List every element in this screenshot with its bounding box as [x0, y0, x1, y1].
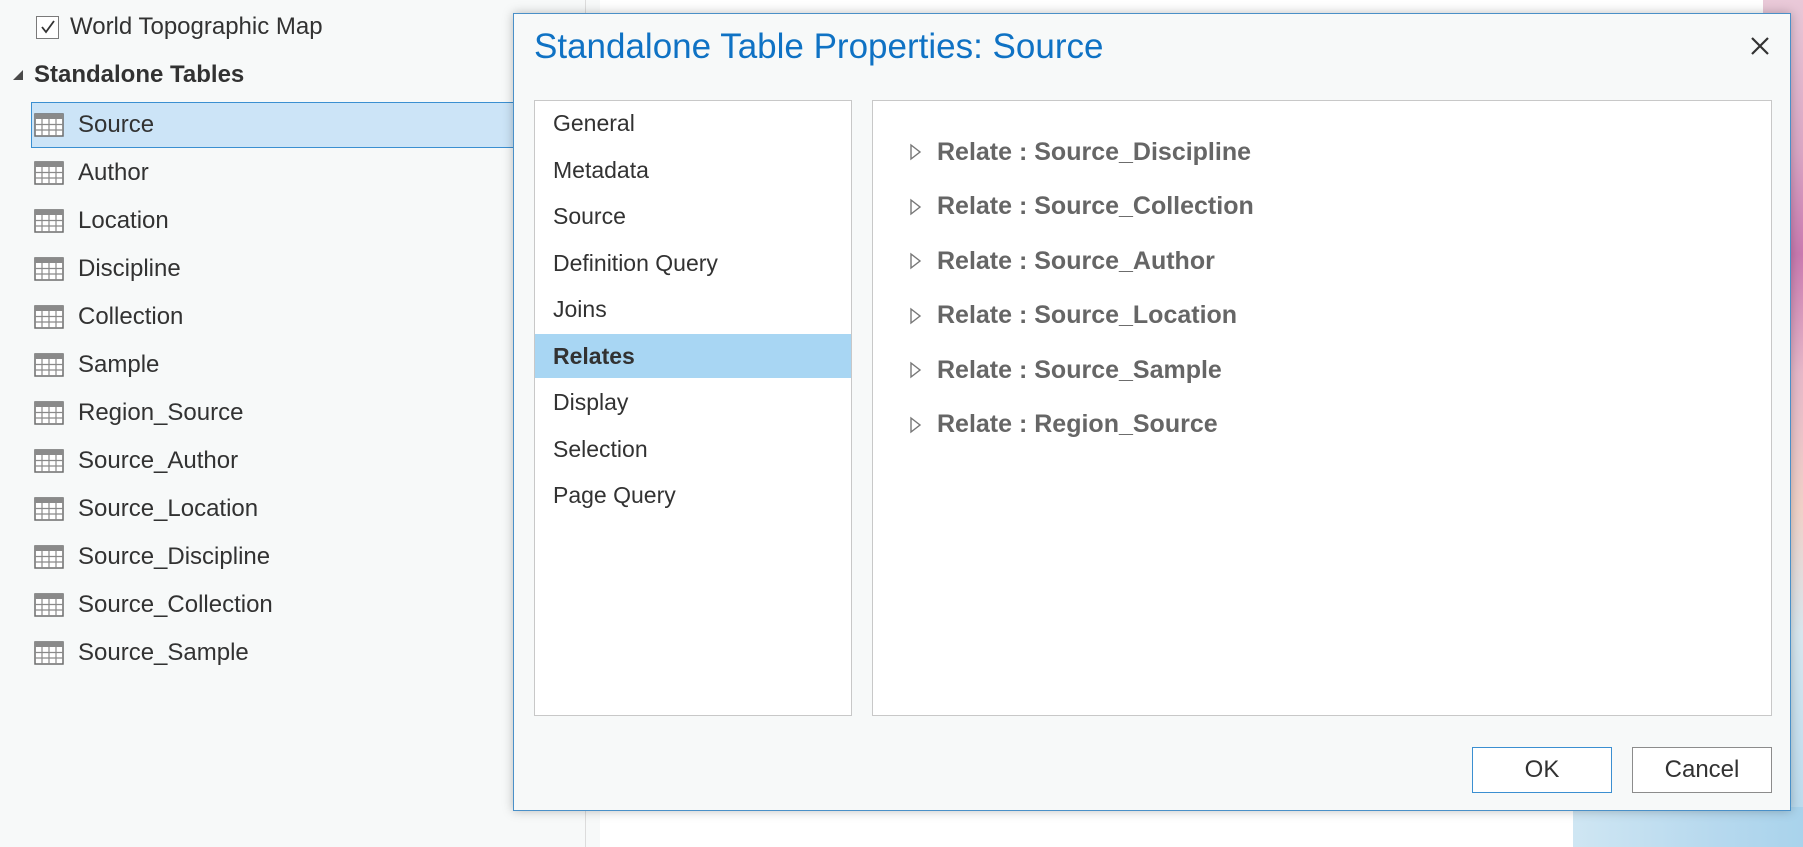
relate-item[interactable]: Relate : Source_Sample — [909, 350, 1222, 390]
table-icon — [34, 401, 64, 425]
dialog-title: Standalone Table Properties: Source — [534, 27, 1104, 66]
table-icon — [34, 305, 64, 329]
table-item-label: Source_Collection — [78, 591, 273, 618]
nav-item-relates[interactable]: Relates — [535, 333, 851, 378]
relate-item[interactable]: Relate : Source_Discipline — [909, 132, 1251, 172]
table-item[interactable]: Source_Author — [32, 438, 592, 484]
standalone-tables-group[interactable]: Standalone Tables — [10, 52, 244, 98]
table-item-label: Discipline — [78, 255, 181, 282]
table-icon — [34, 257, 64, 281]
table-item[interactable]: Source — [31, 102, 591, 148]
expand-triangle-icon[interactable] — [909, 198, 923, 216]
expand-triangle-icon[interactable] — [909, 416, 923, 434]
relates-panel: Relate : Source_Discipline Relate : Sourc… — [872, 100, 1772, 716]
table-icon — [34, 209, 64, 233]
table-icon — [34, 641, 64, 665]
close-button[interactable] — [1744, 30, 1776, 62]
nav-item-definition-query[interactable]: Definition Query — [535, 241, 851, 285]
table-item-label: Source — [78, 111, 155, 138]
nav-item-display[interactable]: Display — [535, 380, 851, 424]
ok-button[interactable]: OK — [1472, 747, 1612, 793]
table-item[interactable]: Source_Sample — [32, 630, 592, 676]
table-properties-dialog: Standalone Table Properties: Source Gene… — [513, 13, 1791, 811]
table-icon — [34, 545, 64, 569]
relate-item[interactable]: Relate : Source_Collection — [909, 187, 1254, 227]
table-icon — [34, 161, 64, 185]
collapse-triangle-icon[interactable] — [10, 67, 26, 83]
cancel-button[interactable]: Cancel — [1632, 747, 1772, 793]
relate-label: Relate : Source_Author — [937, 246, 1215, 275]
relate-label: Relate : Source_Sample — [937, 355, 1222, 384]
relate-item[interactable]: Relate : Region_Source — [909, 405, 1218, 445]
table-item-label: Sample — [78, 351, 160, 378]
table-icon — [34, 497, 64, 521]
table-item-label: Author — [78, 159, 149, 186]
table-item[interactable]: Source_Collection — [32, 582, 592, 628]
expand-triangle-icon[interactable] — [909, 143, 923, 161]
table-item-label: Collection — [78, 303, 184, 330]
relate-item[interactable]: Relate : Source_Author — [909, 241, 1215, 281]
table-item[interactable]: Sample — [32, 342, 592, 388]
relate-label: Relate : Source_Collection — [937, 192, 1254, 220]
nav-item-metadata[interactable]: Metadata — [535, 148, 851, 192]
relate-label: Relate : Region_Source — [937, 410, 1218, 438]
basemap-layer-row[interactable]: World Topographic Map — [36, 4, 323, 50]
map-visible-bottom — [1573, 807, 1803, 847]
relate-item[interactable]: Relate : Source_Location — [909, 296, 1237, 336]
expand-triangle-icon[interactable] — [909, 361, 923, 379]
expand-triangle-icon[interactable] — [909, 307, 923, 325]
table-item-label: Location — [78, 207, 169, 234]
table-item[interactable]: Region_Source — [32, 390, 592, 436]
checkmark-icon — [40, 20, 55, 34]
nav-item-selection[interactable]: Selection — [535, 427, 851, 471]
table-icon — [34, 449, 64, 473]
table-item-label: Region_Source — [78, 399, 244, 426]
table-item-label: Source_Author — [78, 447, 239, 474]
table-item[interactable]: Source_Location — [32, 486, 592, 532]
nav-item-page-query[interactable]: Page Query — [535, 473, 851, 517]
contents-pane: World Topographic Map Standalone Tables … — [0, 0, 591, 847]
expand-triangle-icon[interactable] — [909, 252, 923, 270]
table-item[interactable]: Author — [32, 150, 592, 196]
table-icon — [34, 593, 64, 617]
relate-label: Relate : Source_Discipline — [937, 137, 1252, 166]
close-icon — [1751, 37, 1769, 55]
nav-item-general[interactable]: General — [535, 101, 851, 145]
basemap-layer-label: World Topographic Map — [70, 13, 323, 40]
nav-item-joins[interactable]: Joins — [535, 287, 851, 331]
table-item[interactable]: Source_Discipline — [32, 534, 592, 580]
nav-item-source[interactable]: Source — [535, 194, 851, 238]
table-icon — [34, 353, 64, 377]
relate-label: Relate : Source_Location — [937, 301, 1238, 329]
table-item-label: Source_Discipline — [78, 543, 271, 570]
standalone-tables-label: Standalone Tables — [34, 61, 245, 88]
table-item-label: Source_Location — [78, 495, 259, 522]
table-icon — [34, 113, 64, 137]
properties-nav-list: General Metadata Source Definition Query Joi… — [534, 100, 852, 716]
table-item[interactable]: Discipline — [32, 246, 592, 292]
table-item[interactable]: Location — [32, 198, 592, 244]
table-item[interactable]: Collection — [32, 294, 592, 340]
table-item-label: Source_Sample — [78, 639, 249, 666]
basemap-visibility-checkbox[interactable] — [36, 15, 59, 39]
